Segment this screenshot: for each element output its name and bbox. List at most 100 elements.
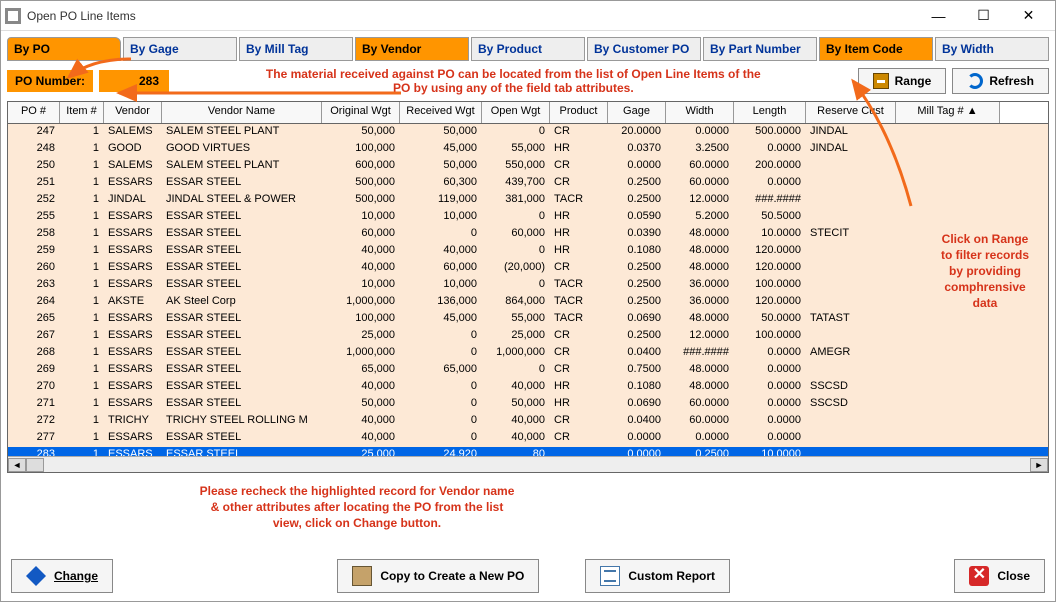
table-row[interactable]: 2481GOODGOOD VIRTUES100,00045,00055,000H… bbox=[8, 141, 1048, 158]
cell-length: 120.0000 bbox=[734, 243, 806, 260]
minimize-button[interactable]: — bbox=[916, 2, 961, 30]
custom-report-button[interactable]: Custom Report bbox=[585, 559, 730, 593]
refresh-button[interactable]: Refresh bbox=[952, 68, 1049, 94]
cell-rcust: STECIT bbox=[806, 226, 896, 243]
cell-vname: ESSAR STEEL bbox=[162, 175, 322, 192]
cell-length: 0.0000 bbox=[734, 430, 806, 447]
maximize-button[interactable]: ☐ bbox=[961, 2, 1006, 30]
col-product[interactable]: Product bbox=[550, 102, 608, 123]
table-row[interactable]: 2651ESSARS ESSAR STEEL100,00045,00055,00… bbox=[8, 311, 1048, 328]
cell-mill bbox=[896, 345, 1000, 362]
table-row[interactable]: 2711ESSARS ESSAR STEEL50,000050,000HR0.0… bbox=[8, 396, 1048, 413]
scroll-right[interactable]: ► bbox=[1030, 458, 1048, 472]
cell-length: 0.0000 bbox=[734, 413, 806, 430]
col-mill-tag[interactable]: Mill Tag # ▲ bbox=[896, 102, 1000, 123]
cell-open: 55,000 bbox=[482, 141, 550, 158]
po-number-value[interactable]: 283 bbox=[99, 70, 169, 92]
table-row[interactable]: 2681ESSARS ESSAR STEEL1,000,00001,000,00… bbox=[8, 345, 1048, 362]
table-row[interactable]: 2501SALEMSSALEM STEEL PLANT600,00050,000… bbox=[8, 158, 1048, 175]
table-row[interactable]: 2551ESSARS ESSAR STEEL10,00010,0000HR0.0… bbox=[8, 209, 1048, 226]
close-icon: ✕ bbox=[969, 566, 989, 586]
cell-vname: ESSAR STEEL bbox=[162, 345, 322, 362]
filter-tabs: By PO By Gage By Mill Tag By Vendor By P… bbox=[7, 37, 1049, 61]
table-row[interactable]: 2521JINDALJINDAL STEEL & POWER500,000119… bbox=[8, 192, 1048, 209]
table-row[interactable]: 2831ESSARS ESSAR STEEL25,00024,920800.00… bbox=[8, 447, 1048, 456]
tab-by-customer-po[interactable]: By Customer PO bbox=[587, 37, 701, 61]
cell-width: 60.0000 bbox=[666, 175, 734, 192]
scroll-track-left[interactable] bbox=[26, 458, 44, 472]
change-button[interactable]: Change bbox=[11, 559, 113, 593]
cell-open: 25,000 bbox=[482, 328, 550, 345]
tab-by-item-code[interactable]: By Item Code bbox=[819, 37, 933, 61]
close-button[interactable]: ✕Close bbox=[954, 559, 1045, 593]
cell-vname: ESSAR STEEL bbox=[162, 396, 322, 413]
col-reserve-cust[interactable]: Reserve Cust bbox=[806, 102, 896, 123]
tab-by-mill-tag[interactable]: By Mill Tag bbox=[239, 37, 353, 61]
cell-prod: CR bbox=[550, 260, 608, 277]
col-vendor-name[interactable]: Vendor Name bbox=[162, 102, 322, 123]
col-received-wgt[interactable]: Received Wgt bbox=[400, 102, 482, 123]
tab-by-vendor[interactable]: By Vendor bbox=[355, 37, 469, 61]
cell-vendor: ESSARS bbox=[104, 311, 162, 328]
cell-po: 264 bbox=[8, 294, 60, 311]
grid-body[interactable]: 2471SALEMSSALEM STEEL PLANT50,00050,0000… bbox=[8, 124, 1048, 456]
cell-po: 272 bbox=[8, 413, 60, 430]
cell-owgt: 500,000 bbox=[322, 192, 400, 209]
scroll-left[interactable]: ◄ bbox=[8, 458, 26, 472]
col-original-wgt[interactable]: Original Wgt bbox=[322, 102, 400, 123]
tab-by-width[interactable]: By Width bbox=[935, 37, 1049, 61]
table-row[interactable]: 2721TRICHYTRICHY STEEL ROLLING M40,00004… bbox=[8, 413, 1048, 430]
tab-by-po[interactable]: By PO bbox=[7, 37, 121, 61]
table-row[interactable]: 2671ESSARS ESSAR STEEL25,000025,000CR0.2… bbox=[8, 328, 1048, 345]
cell-rcust: AMEGR bbox=[806, 345, 896, 362]
tab-by-gage[interactable]: By Gage bbox=[123, 37, 237, 61]
col-po[interactable]: PO # bbox=[8, 102, 60, 123]
table-row[interactable]: 2641AKSTEAK Steel Corp1,000,000136,00086… bbox=[8, 294, 1048, 311]
table-row[interactable]: 2771ESSARS ESSAR STEEL40,000040,000CR0.0… bbox=[8, 430, 1048, 447]
cell-vendor: ESSARS bbox=[104, 379, 162, 396]
cell-width: 0.2500 bbox=[666, 447, 734, 456]
cell-vname: ESSAR STEEL bbox=[162, 362, 322, 379]
table-row[interactable]: 2631ESSARS ESSAR STEEL10,00010,0000TACR0… bbox=[8, 277, 1048, 294]
col-length[interactable]: Length bbox=[734, 102, 806, 123]
cell-length: 0.0000 bbox=[734, 175, 806, 192]
cell-po: 277 bbox=[8, 430, 60, 447]
cell-owgt: 40,000 bbox=[322, 243, 400, 260]
cell-prod: HR bbox=[550, 243, 608, 260]
col-item[interactable]: Item # bbox=[60, 102, 104, 123]
table-row[interactable]: 2581ESSARS ESSAR STEEL60,000060,000HR0.0… bbox=[8, 226, 1048, 243]
annotation-side: Click on Range to filter records by prov… bbox=[925, 231, 1045, 311]
cell-prod: HR bbox=[550, 226, 608, 243]
close-window-button[interactable]: ✕ bbox=[1006, 2, 1051, 30]
cell-vname: ESSAR STEEL bbox=[162, 209, 322, 226]
table-row[interactable]: 2471SALEMSSALEM STEEL PLANT50,00050,0000… bbox=[8, 124, 1048, 141]
cell-po: 252 bbox=[8, 192, 60, 209]
cell-mill bbox=[896, 447, 1000, 456]
cell-mill bbox=[896, 379, 1000, 396]
table-row[interactable]: 2591ESSARS ESSAR STEEL40,00040,0000HR0.1… bbox=[8, 243, 1048, 260]
cell-rcust bbox=[806, 294, 896, 311]
tab-by-part-number[interactable]: By Part Number bbox=[703, 37, 817, 61]
grid-scrollbar[interactable]: ◄ ► bbox=[8, 456, 1048, 472]
col-width[interactable]: Width bbox=[666, 102, 734, 123]
table-row[interactable]: 2691ESSARS ESSAR STEEL65,00065,0000CR0.7… bbox=[8, 362, 1048, 379]
col-gage[interactable]: Gage bbox=[608, 102, 666, 123]
table-row[interactable]: 2511ESSARS ESSAR STEEL500,00060,300439,7… bbox=[8, 175, 1048, 192]
range-button[interactable]: Range bbox=[858, 68, 947, 94]
cell-owgt: 60,000 bbox=[322, 226, 400, 243]
cell-rwgt: 50,000 bbox=[400, 158, 482, 175]
cell-vname: ESSAR STEEL bbox=[162, 243, 322, 260]
col-vendor[interactable]: Vendor bbox=[104, 102, 162, 123]
cell-mill bbox=[896, 175, 1000, 192]
cell-vname: ESSAR STEEL bbox=[162, 260, 322, 277]
cell-item: 1 bbox=[60, 328, 104, 345]
tab-by-product[interactable]: By Product bbox=[471, 37, 585, 61]
cell-vname: ESSAR STEEL bbox=[162, 277, 322, 294]
table-row[interactable]: 2701ESSARS ESSAR STEEL40,000040,000HR0.1… bbox=[8, 379, 1048, 396]
col-open-wgt[interactable]: Open Wgt bbox=[482, 102, 550, 123]
cell-open: 40,000 bbox=[482, 413, 550, 430]
table-row[interactable]: 2601ESSARS ESSAR STEEL40,00060,000(20,00… bbox=[8, 260, 1048, 277]
copy-po-button[interactable]: Copy to Create a New PO bbox=[337, 559, 539, 593]
cell-prod: TACR bbox=[550, 294, 608, 311]
refresh-icon bbox=[967, 73, 983, 89]
